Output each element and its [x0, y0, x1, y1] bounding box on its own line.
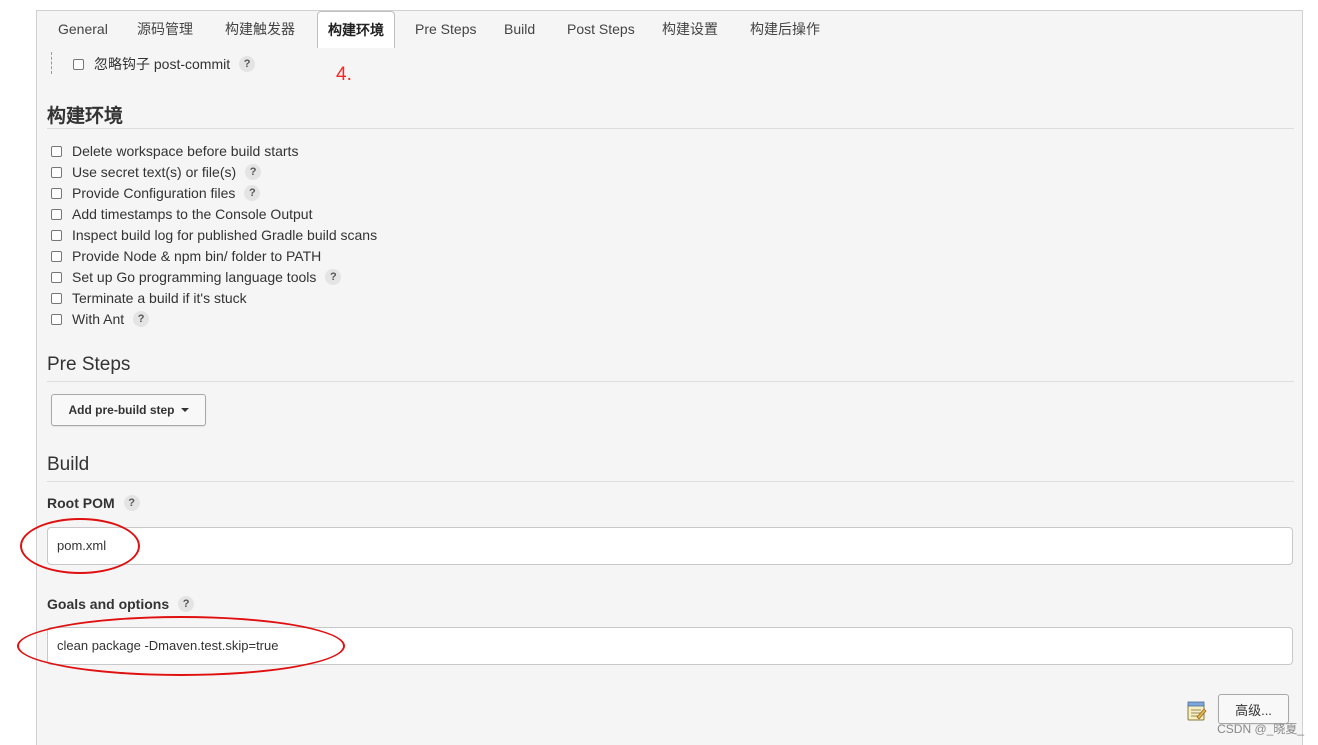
tab-post-steps[interactable]: Post Steps [557, 11, 645, 48]
help-icon[interactable]: ? [325, 269, 342, 285]
option-label: Delete workspace before build starts [72, 143, 299, 159]
option-checkbox[interactable] [51, 208, 62, 220]
build-env-option: With Ant ? [51, 311, 150, 327]
tab-post-build-actions[interactable]: 构建后操作 [740, 11, 830, 48]
build-env-option: Delete workspace before build starts [51, 143, 298, 159]
content-area: 忽略钩子 post-commit ? 4. 构建环境 Delete worksp… [37, 48, 1302, 745]
option-checkbox[interactable] [51, 187, 62, 199]
page: General 源码管理 构建触发器 构建环境 Pre Steps Build … [0, 0, 1318, 745]
build-env-option: Use secret text(s) or file(s) ? [51, 164, 262, 180]
goals-label: Goals and options [47, 596, 170, 612]
add-pre-build-step-label: Add pre-build step [68, 403, 175, 417]
tab-build[interactable]: Build [494, 11, 545, 48]
build-env-option: Provide Configuration files ? [51, 185, 261, 201]
root-pom-label-row: Root POM ? [47, 495, 140, 511]
option-checkbox[interactable] [51, 292, 62, 304]
help-icon[interactable]: ? [244, 185, 261, 201]
tab-source-management[interactable]: 源码管理 [127, 11, 203, 48]
goals-input[interactable]: clean package -Dmaven.test.skip=true [47, 627, 1293, 665]
help-icon[interactable]: ? [178, 596, 195, 612]
build-env-option: Terminate a build if it's stuck [51, 290, 247, 306]
tab-pre-steps[interactable]: Pre Steps [405, 11, 486, 48]
ignore-post-commit-option: 忽略钩子 post-commit ? [73, 54, 256, 74]
tab-bar: General 源码管理 构建触发器 构建环境 Pre Steps Build … [37, 11, 1302, 49]
build-env-option: Provide Node & npm bin/ folder to PATH [51, 248, 321, 264]
option-label: Provide Node & npm bin/ folder to PATH [72, 248, 322, 264]
section-divider [47, 128, 1294, 129]
section-divider [47, 481, 1294, 482]
option-checkbox[interactable] [51, 271, 62, 283]
notepad-icon[interactable] [1185, 700, 1207, 722]
build-env-title: 构建环境 [47, 106, 124, 127]
watermark: CSDN @_晓夏_ [1217, 722, 1304, 736]
option-label: Set up Go programming language tools [72, 269, 317, 285]
option-label: Add timestamps to the Console Output [72, 206, 313, 222]
option-label: With Ant [72, 311, 125, 327]
tab-build-settings[interactable]: 构建设置 [652, 11, 728, 48]
goals-label-row: Goals and options ? [47, 596, 195, 612]
option-label: Use secret text(s) or file(s) [72, 164, 237, 180]
tab-build-triggers[interactable]: 构建触发器 [215, 11, 305, 48]
option-label: Terminate a build if it's stuck [72, 290, 247, 306]
section-divider [47, 381, 1294, 382]
help-icon[interactable]: ? [245, 164, 262, 180]
build-title: Build [47, 454, 90, 475]
tab-build-environment[interactable]: 构建环境 [317, 11, 395, 49]
build-env-option: Set up Go programming language tools ? [51, 269, 342, 285]
root-pom-label: Root POM [47, 495, 115, 511]
option-checkbox[interactable] [51, 313, 62, 325]
config-panel: General 源码管理 构建触发器 构建环境 Pre Steps Build … [36, 10, 1303, 745]
build-env-option: Add timestamps to the Console Output [51, 206, 312, 222]
ignore-post-commit-label: 忽略钩子 post-commit [94, 56, 231, 72]
help-icon[interactable]: ? [123, 495, 140, 511]
option-checkbox[interactable] [51, 166, 62, 178]
pre-steps-title: Pre Steps [47, 354, 131, 375]
chevron-down-icon [180, 408, 189, 412]
option-checkbox[interactable] [51, 145, 62, 157]
root-pom-input[interactable]: pom.xml [47, 527, 1293, 565]
option-label: Inspect build log for published Gradle b… [72, 227, 378, 243]
help-icon[interactable]: ? [133, 311, 150, 327]
help-icon[interactable]: ? [239, 56, 256, 72]
option-checkbox[interactable] [51, 250, 62, 262]
tab-general[interactable]: General [48, 11, 118, 48]
option-label: Provide Configuration files [72, 185, 236, 201]
annotation-number: 4. [336, 64, 352, 85]
build-env-option: Inspect build log for published Gradle b… [51, 227, 377, 243]
indent-guide [51, 52, 52, 74]
add-pre-build-step-button[interactable]: Add pre-build step [51, 394, 206, 426]
option-checkbox[interactable] [51, 229, 62, 241]
ignore-post-commit-checkbox[interactable] [73, 58, 84, 70]
